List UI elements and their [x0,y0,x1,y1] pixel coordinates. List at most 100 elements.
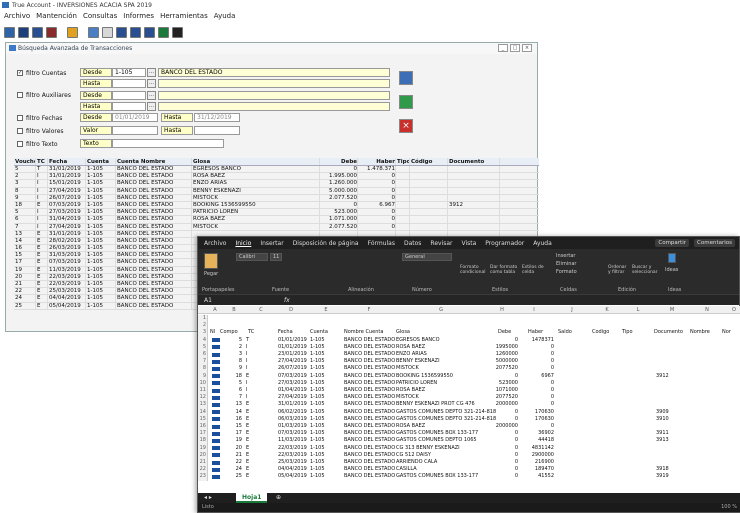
grid-row[interactable]: 9 I 26/07/2019 1-105 BANCO DEL ESTADO MISTOCK… [14,194,539,202]
sheet-cell[interactable]: E [246,430,254,437]
grid-row[interactable]: 8 I 27/04/2019 1-105 BANCO DEL ESTADO BENNY E… [14,187,539,195]
auxiliares-desde-input[interactable] [112,91,146,100]
sheet-cell[interactable]: 189470 [520,466,554,473]
insert-cells-button[interactable]: Insertar [556,253,575,259]
sheet-cell[interactable]: Nor [722,329,740,336]
cancel-icon[interactable]: × [399,119,413,133]
sheet-cell[interactable]: 523000 [488,380,518,387]
sheet-cell[interactable]: E [246,452,254,459]
sheet-cell[interactable]: BANCO DEL ESTADO [344,365,396,372]
font-name-select[interactable]: Calibri [236,253,268,261]
grid-header-cell[interactable]: Cuenta Nombre [116,158,192,165]
sheet-cell[interactable]: 1995000 [488,344,518,351]
sheet-cell[interactable]: 1-105 [310,373,342,380]
sheet-cell[interactable]: 2000000 [488,401,518,408]
sheet-cell[interactable]: 1-105 [310,445,342,452]
sheet-cell[interactable]: E [246,473,254,480]
sheet-cell[interactable]: 3913 [656,437,686,444]
sheet-cell[interactable]: 1-105 [310,423,342,430]
sheet-cell[interactable]: T [246,337,254,344]
sheet-cell[interactable]: BANCO DEL ESTADO [344,437,396,444]
sheet-cell[interactable]: EGRESOS BANCO [396,337,496,344]
sheet-cell[interactable]: 8 [222,358,242,365]
row-number[interactable]: 17 [198,430,208,438]
grid-header-cell[interactable]: Glosa [192,158,320,165]
sheet-cell[interactable]: 1-105 [310,344,342,351]
row-number[interactable]: 18 [198,437,208,445]
sheet-cell[interactable]: 27/03/2019 [278,380,308,387]
row-number[interactable]: 3 [198,329,208,337]
filter-valores-checkbox[interactable] [17,128,23,134]
auxiliares-hasta-lookup-button[interactable]: … [147,102,156,111]
sheet-cell[interactable]: BANCO DEL ESTADO [344,430,396,437]
conditional-format-button[interactable]: Formato condicional [460,265,488,275]
sheet-cell[interactable]: 0 [488,466,518,473]
export-excel-icon[interactable] [399,95,413,109]
cell-styles-button[interactable]: Estilos de celda [522,265,544,275]
valores-valor-input[interactable] [112,126,158,135]
sheet-cell[interactable]: BANCO DEL ESTADO [344,473,396,480]
sheet-cell[interactable]: 06/02/2019 [278,409,308,416]
column-header[interactable]: O [724,307,740,313]
filter-auxiliares-checkbox[interactable] [17,92,23,98]
sheet-cell[interactable]: 19 [222,437,242,444]
grid-row[interactable]: 2 I 31/01/2019 1-105 BANCO DEL ESTADO ROSA BA… [14,173,539,181]
sheet-cell[interactable]: 27/04/2019 [278,394,308,401]
fechas-hasta-datepicker[interactable]: 31/12/2019 [194,113,240,122]
excel-export-icon[interactable] [158,26,169,38]
grid-header-cell[interactable]: Haber [358,158,396,165]
sheet-cell[interactable]: 23/01/2019 [278,351,308,358]
paste-icon[interactable] [204,253,218,269]
sheet-cell[interactable]: BOOKING 1536599550 [396,373,496,380]
toolbar-btn-8-icon[interactable] [116,26,127,38]
sheet-cell[interactable]: 2000000 [488,423,518,430]
cuentas-desde-code-input[interactable]: 1-105 [112,68,146,77]
grid-header-cell[interactable]: Debe [320,158,358,165]
sheet-cell[interactable]: BANCO DEL ESTADO [344,423,396,430]
toolbar-btn-3-icon[interactable] [32,26,43,38]
valores-hasta-input[interactable] [194,126,240,135]
font-size-select[interactable]: 11 [270,253,282,261]
sheet-cell[interactable]: ENZO ARIAS [396,351,496,358]
sheet-cell[interactable]: Debe [498,329,522,336]
grid-header-cell[interactable]: Código [410,158,448,165]
sheet-cell[interactable]: 1-105 [310,365,342,372]
column-header[interactable]: N [690,307,724,313]
sheet-cell[interactable]: 05/04/2019 [278,473,308,480]
delete-cells-button[interactable]: Eliminar [556,261,577,267]
sheet-cell[interactable]: 0 [488,409,518,416]
row-number[interactable]: 7 [198,358,208,366]
row-number[interactable]: 13 [198,401,208,409]
sheet-cell[interactable]: BANCO DEL ESTADO [344,387,396,394]
row-number[interactable]: 12 [198,394,208,402]
sheet-cell[interactable]: 1-105 [310,387,342,394]
sheet-cell[interactable]: 0 [520,351,554,358]
sheet-cell[interactable]: 4831142 [520,445,554,452]
sheet-cell[interactable]: 0 [488,373,518,380]
sheet-cell[interactable]: 3 [222,351,242,358]
sheet-cell[interactable]: 5000000 [488,358,518,365]
sheet-cell[interactable]: 2077520 [488,394,518,401]
sheet-cell[interactable]: 2077520 [488,365,518,372]
sheet-cell[interactable]: 5 [222,380,242,387]
column-header[interactable]: F [344,307,394,313]
sheet-nav-icon[interactable]: ◂ ▸ [204,494,212,501]
sheet-cell[interactable]: E [246,445,254,452]
sheet-cell[interactable]: 22/03/2019 [278,452,308,459]
column-header[interactable]: G [394,307,488,313]
sheet-cell[interactable]: TC [248,329,268,336]
row-number[interactable]: 14 [198,408,208,416]
sheet-cell[interactable]: MISTOCK [396,394,496,401]
tab-formulas[interactable]: Fórmulas [368,240,395,247]
search-run-icon[interactable] [399,71,413,85]
sheet-cell[interactable]: BANCO DEL ESTADO [344,445,396,452]
sheet-cell[interactable]: Documento [654,329,690,336]
sheet-cell[interactable]: 11/03/2019 [278,437,308,444]
sheet-cell[interactable]: 0 [488,430,518,437]
maximize-icon[interactable]: □ [510,44,520,52]
menu-archivo[interactable]: Archivo [4,12,30,20]
sheet-cell[interactable]: 20 [222,445,242,452]
sheet-cell[interactable]: 0 [488,337,518,344]
sheet-cell[interactable]: 1260000 [488,351,518,358]
sheet-cell[interactable]: Cuenta [310,329,342,336]
